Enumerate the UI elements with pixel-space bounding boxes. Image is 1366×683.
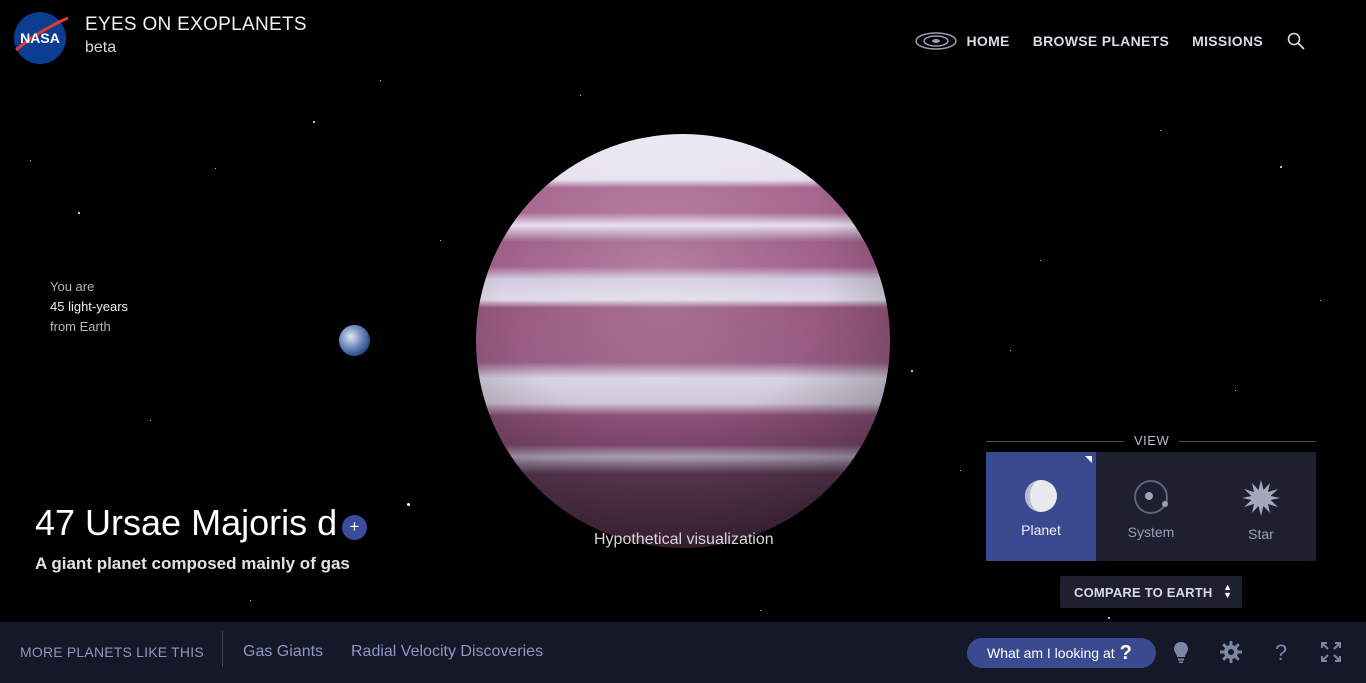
nav-browse-planets[interactable]: BROWSE PLANETS bbox=[1033, 33, 1169, 49]
compare-label: COMPARE TO EARTH bbox=[1074, 584, 1213, 600]
distance-line-1: You are bbox=[50, 279, 95, 294]
system-icon bbox=[1134, 480, 1168, 514]
gear-icon[interactable] bbox=[1219, 640, 1243, 664]
visualization-caption: Hypothetical visualization bbox=[594, 531, 774, 548]
nasa-logo-text: NASA bbox=[20, 30, 60, 46]
planet-description: A giant planet composed mainly of gas bbox=[35, 554, 350, 573]
earth-marker[interactable] bbox=[339, 325, 370, 356]
distance-line-3: from Earth bbox=[50, 319, 111, 334]
link-gas-giants[interactable]: Gas Giants bbox=[243, 643, 323, 661]
add-planet-button[interactable]: + bbox=[342, 515, 367, 540]
app-title: EYES ON EXOPLANETS bbox=[85, 14, 307, 35]
more-planets-label: MORE PLANETS LIKE THIS bbox=[20, 644, 204, 660]
distance-readout: You are 45 light-years from Earth bbox=[50, 277, 128, 337]
view-planet-label: Planet bbox=[1021, 522, 1061, 538]
lightbulb-icon[interactable] bbox=[1169, 640, 1193, 664]
fullscreen-icon[interactable] bbox=[1319, 640, 1343, 664]
galaxy-icon[interactable] bbox=[914, 30, 958, 52]
top-nav: HOME BROWSE PLANETS MISSIONS bbox=[914, 30, 1307, 52]
what-button-label: What am I looking at bbox=[987, 645, 1115, 661]
help-icon[interactable]: ? bbox=[1269, 640, 1293, 664]
compare-to-earth-select[interactable]: COMPARE TO EARTH ▲ ▼ bbox=[1060, 576, 1242, 608]
planet-icon bbox=[1025, 480, 1057, 512]
nav-home[interactable]: HOME bbox=[967, 33, 1010, 49]
svg-text:?: ? bbox=[1275, 640, 1287, 664]
what-am-i-looking-at-button[interactable]: What am I looking at ? bbox=[967, 638, 1156, 668]
question-icon: ? bbox=[1119, 641, 1132, 664]
view-system-label: System bbox=[1127, 524, 1175, 540]
updown-arrows-icon: ▲ ▼ bbox=[1223, 582, 1232, 600]
star-icon bbox=[1242, 480, 1280, 516]
selected-corner-icon bbox=[1085, 456, 1092, 463]
link-radial-velocity[interactable]: Radial Velocity Discoveries bbox=[351, 643, 543, 661]
view-label: VIEW bbox=[1124, 433, 1180, 448]
distance-value: 45 light-years bbox=[50, 299, 129, 314]
view-planet-button[interactable]: Planet bbox=[986, 452, 1096, 561]
nasa-logo[interactable]: NASA bbox=[12, 10, 69, 66]
view-system-button[interactable]: System bbox=[1096, 452, 1206, 561]
bottom-divider bbox=[222, 631, 223, 667]
nav-missions[interactable]: MISSIONS bbox=[1192, 33, 1263, 49]
planet-title: 47 Ursae Majoris d bbox=[35, 502, 338, 543]
view-selector: Planet System Star bbox=[986, 452, 1316, 561]
app-subtitle: beta bbox=[85, 39, 117, 56]
search-icon[interactable] bbox=[1286, 31, 1306, 51]
view-star-label: Star bbox=[1248, 526, 1274, 542]
view-star-button[interactable]: Star bbox=[1206, 452, 1316, 561]
planet-visualization[interactable] bbox=[476, 134, 890, 548]
bottom-bar: MORE PLANETS LIKE THIS Gas Giants Radial… bbox=[0, 622, 1366, 683]
